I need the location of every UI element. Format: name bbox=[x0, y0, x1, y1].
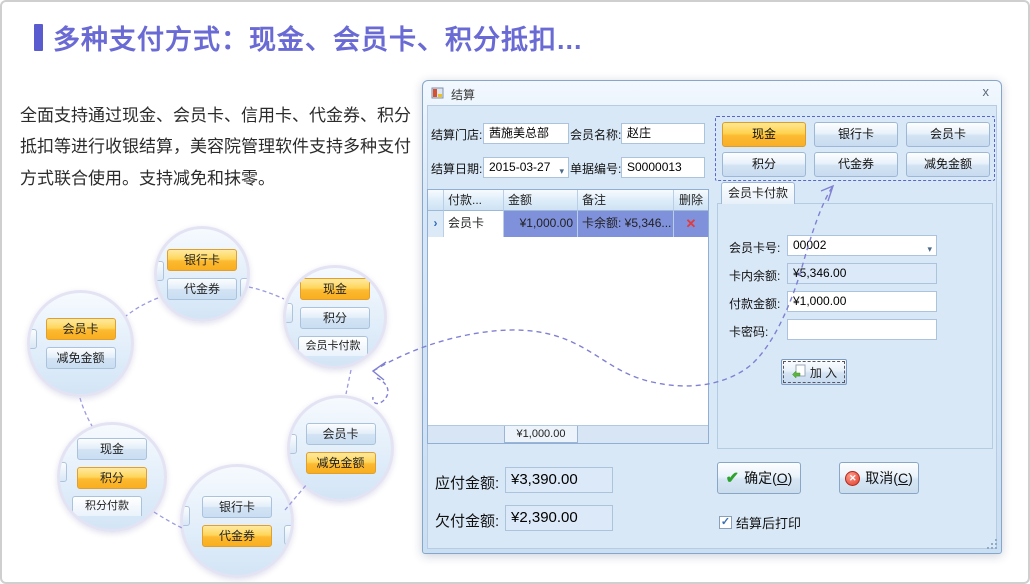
check-icon: ✔ bbox=[726, 468, 739, 488]
diagram-circle-points: 现金 积分 积分付款 bbox=[57, 422, 167, 532]
cancel-x-icon: ✕ bbox=[845, 471, 860, 486]
page-header: 多种支付方式：现金、会员卡、积分抵扣... bbox=[34, 18, 583, 57]
indicator-column-header bbox=[428, 190, 444, 211]
button-fragment bbox=[283, 303, 293, 323]
diagram-button-voucher: 代金券 bbox=[167, 278, 237, 300]
member-name-input[interactable]: 赵庄 bbox=[621, 123, 705, 144]
column-header-method[interactable]: 付款... bbox=[444, 190, 504, 211]
diagram-button-bankcard: 银行卡 bbox=[202, 496, 272, 518]
pay-type-cash-button[interactable]: 现金 bbox=[722, 122, 806, 147]
pay-type-membercard-button[interactable]: 会员卡 bbox=[906, 122, 990, 147]
cell-amount: ¥1,000.00 bbox=[504, 211, 578, 237]
store-label: 结算门店: bbox=[431, 126, 482, 143]
pay-type-voucher-button[interactable]: 代金券 bbox=[814, 152, 898, 177]
button-fragment bbox=[57, 462, 67, 482]
button-fragment bbox=[180, 506, 190, 526]
dialog-title: 结算 bbox=[451, 86, 475, 103]
close-icon[interactable]: x bbox=[983, 84, 990, 99]
button-fragment bbox=[240, 278, 250, 298]
resize-grip[interactable] bbox=[985, 537, 999, 551]
card-password-input[interactable] bbox=[787, 319, 937, 340]
cancel-button[interactable]: ✕ 取消(C) bbox=[839, 462, 919, 494]
pay-type-bankcard-button[interactable]: 银行卡 bbox=[814, 122, 898, 147]
payable-label: 应付金额: bbox=[435, 472, 499, 493]
diagram-tab-points-payment: 积分付款 bbox=[72, 496, 142, 516]
diagram-button-points: 积分 bbox=[77, 467, 147, 489]
diagram-button-discount: 减免金额 bbox=[306, 452, 376, 474]
cell-method: 会员卡 bbox=[444, 211, 504, 237]
card-password-label: 卡密码: bbox=[729, 323, 768, 340]
diagram-button-voucher: 代金券 bbox=[202, 525, 272, 547]
diagram-button-discount: 减免金额 bbox=[46, 347, 116, 369]
table-row[interactable]: › 会员卡 ¥1,000.00 卡余额: ¥5,346... ✕ bbox=[428, 211, 708, 237]
diagram-circle-discount: 会员卡 减免金额 bbox=[287, 395, 394, 502]
dropdown-arrow-icon: ▾ bbox=[559, 162, 564, 178]
pay-amount-label: 付款金额: bbox=[729, 295, 780, 312]
diagram-tab-membercard-payment: 会员卡付款 bbox=[298, 336, 368, 356]
diagram-button-points: 积分 bbox=[300, 307, 370, 329]
card-number-combobox[interactable]: 00002 ▾ bbox=[787, 235, 937, 256]
page: 多种支付方式：现金、会员卡、积分抵扣... 全面支持通过现金、会员卡、信用卡、代… bbox=[0, 0, 1030, 584]
pay-type-discount-button[interactable]: 减免金额 bbox=[906, 152, 990, 177]
row-indicator-icon: › bbox=[428, 211, 444, 237]
print-after-settlement-checkbox[interactable]: ✓ 结算后打印 bbox=[719, 513, 801, 532]
diagram-circle-voucher: 银行卡 代金券 bbox=[180, 464, 294, 578]
button-fragment bbox=[284, 525, 294, 545]
checkbox-check-icon: ✓ bbox=[719, 516, 732, 529]
unpaid-field: ¥2,390.00 bbox=[505, 505, 613, 531]
add-payment-button[interactable]: 加 入 bbox=[781, 359, 847, 385]
table-total: ¥1,000.00 bbox=[504, 426, 578, 443]
column-header-delete[interactable]: 删除 bbox=[674, 190, 708, 211]
diagram-button-membercard: 会员卡 bbox=[46, 318, 116, 340]
button-fragment bbox=[154, 261, 164, 281]
pay-amount-input[interactable]: ¥1,000.00 bbox=[787, 291, 937, 312]
store-input[interactable]: 茜施美总部 bbox=[483, 123, 569, 144]
diagram-circle-cash: 现金 积分 会员卡付款 bbox=[283, 265, 387, 369]
ok-button[interactable]: ✔ 确定(O) bbox=[717, 462, 801, 494]
unpaid-label: 欠付金额: bbox=[435, 510, 499, 531]
diagram-button-cash: 现金 bbox=[77, 438, 147, 460]
page-description: 全面支持通过现金、会员卡、信用卡、代金券、积分抵扣等进行收银结算，美容院管理软件… bbox=[20, 100, 424, 194]
button-fragment bbox=[27, 329, 37, 349]
column-header-note[interactable]: 备注 bbox=[578, 190, 674, 211]
dialog-titlebar[interactable]: 结算 x bbox=[423, 81, 1001, 105]
card-balance-label: 卡内余额: bbox=[729, 267, 780, 284]
page-title: 多种支付方式：现金、会员卡、积分抵扣... bbox=[53, 18, 583, 57]
diagram-button-cash: 现金 bbox=[300, 278, 370, 300]
payment-table: 付款... 金额 备注 删除 › 会员卡 ¥1,000.00 卡余额: ¥5,3… bbox=[427, 189, 709, 444]
date-combobox[interactable]: 2015-03-27 ▾ bbox=[483, 157, 569, 178]
date-label: 结算日期: bbox=[431, 160, 482, 177]
diagram-circle-membercard: 会员卡 减免金额 bbox=[27, 290, 134, 397]
member-name-label: 会员名称: bbox=[570, 126, 621, 143]
diagram-button-bankcard: 银行卡 bbox=[167, 249, 237, 271]
delete-row-button[interactable]: ✕ bbox=[674, 211, 708, 237]
title-accent-bar bbox=[34, 24, 43, 51]
doc-number-label: 单据编号: bbox=[570, 160, 621, 177]
button-fragment bbox=[287, 434, 297, 454]
settlement-dialog: 结算 x 结算门店: 茜施美总部 会员名称: 赵庄 结算日期: 2015-03-… bbox=[422, 80, 1002, 554]
pay-type-points-button[interactable]: 积分 bbox=[722, 152, 806, 177]
payable-field: ¥3,390.00 bbox=[505, 467, 613, 493]
card-balance-field: ¥5,346.00 bbox=[787, 263, 937, 284]
payment-type-panel: 现金 银行卡 会员卡 积分 代金券 减免金额 bbox=[715, 116, 995, 181]
window-form-icon bbox=[431, 86, 445, 100]
table-header-row: 付款... 金额 备注 删除 bbox=[428, 190, 708, 211]
tab-membercard-payment[interactable]: 会员卡付款 bbox=[721, 182, 795, 204]
column-header-amount[interactable]: 金额 bbox=[504, 190, 578, 211]
diagram-circle-bankcard: 银行卡 代金券 bbox=[154, 226, 250, 322]
doc-number-input[interactable]: S0000013 bbox=[621, 157, 705, 178]
card-number-label: 会员卡号: bbox=[729, 239, 780, 256]
dropdown-arrow-icon: ▾ bbox=[927, 240, 932, 256]
table-footer: ¥1,000.00 bbox=[428, 425, 708, 443]
cell-note: 卡余额: ¥5,346... bbox=[578, 211, 674, 237]
add-document-icon bbox=[791, 364, 807, 380]
diagram-button-membercard: 会员卡 bbox=[306, 423, 376, 445]
